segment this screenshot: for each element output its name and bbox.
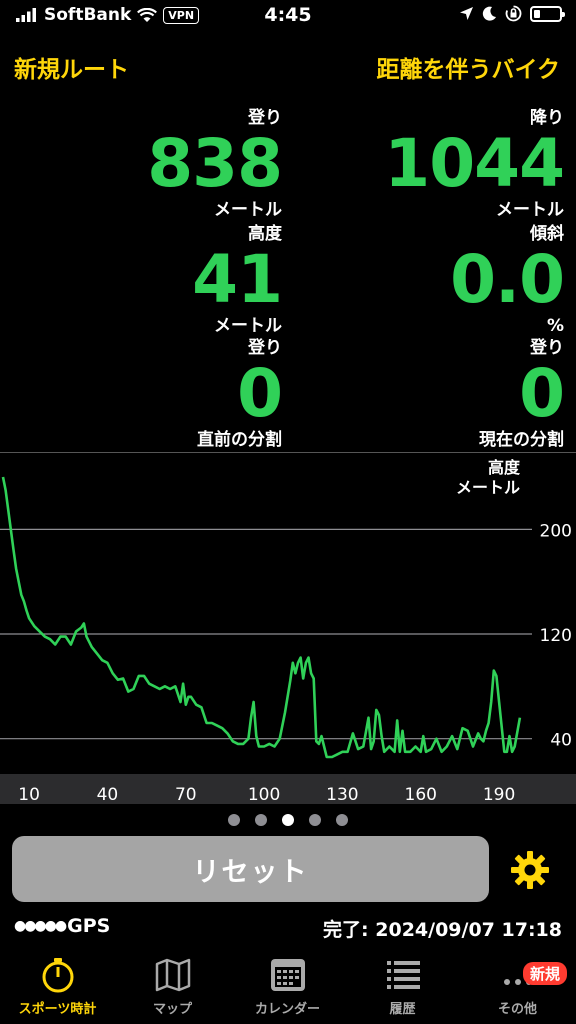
page-dot[interactable] (336, 814, 348, 826)
metric-unit: メートル (214, 200, 282, 220)
gear-icon[interactable] (510, 850, 550, 890)
tab-label: カレンダー (254, 1002, 320, 1017)
metric-unit: メートル (214, 316, 282, 336)
tab-label: その他 (497, 1002, 537, 1017)
moon-icon (482, 6, 496, 21)
x-tick-label: 10 (18, 785, 40, 804)
stopwatch-icon (42, 958, 73, 993)
new-badge: 新規 (522, 962, 567, 985)
tab-calendar[interactable]: カレンダー (230, 956, 345, 1017)
metric-value: 0.0 (450, 241, 565, 318)
gps-label: GPS (67, 915, 111, 937)
status-bar: SoftBank VPN 4:45 (0, 0, 576, 34)
tab-label: マップ (152, 1002, 192, 1017)
tab-label: 履歴 (389, 1002, 416, 1017)
gps-signal-dots: ●●●●● (14, 918, 67, 934)
tab-more[interactable]: その他 新規 (460, 956, 575, 1017)
tab-history[interactable]: 履歴 (345, 956, 460, 1017)
route-title[interactable]: 新規ルート (14, 50, 129, 84)
metric-unit: 現在の分割 (479, 430, 564, 450)
x-axis-labels: 10 40 70 100 130 160 190 (18, 785, 515, 804)
x-tick-label: 70 (175, 785, 197, 804)
map-icon (155, 958, 190, 992)
page-dot[interactable] (309, 814, 321, 826)
metric-grade[interactable]: 傾斜 0.0 % (450, 224, 565, 336)
metric-value: 0 (519, 355, 565, 432)
x-tick-label: 40 (97, 785, 119, 804)
x-tick-label: 160 (405, 785, 437, 804)
metric-descent[interactable]: 降り 1044 メートル (384, 108, 565, 220)
metric-value: 41 (192, 241, 283, 318)
metric-ascent[interactable]: 登り 838 メートル (147, 108, 283, 220)
metric-previous-split-ascent[interactable]: 登り 0 直前の分割 (197, 338, 283, 450)
page-indicator[interactable] (0, 814, 576, 826)
page-dot[interactable] (282, 814, 294, 826)
tab-label: スポーツ時計 (18, 1002, 97, 1017)
metric-current-split-ascent[interactable]: 登り 0 現在の分割 (479, 338, 565, 450)
elevation-chart[interactable]: 40 120 200 10 40 70 100 130 160 190 高度 メートル (0, 452, 576, 804)
completion-timestamp: 完了: 2024/09/07 17:18 (323, 919, 562, 941)
gps-status: ●●●●● GPS (14, 915, 110, 937)
chart-yunit: メートル (455, 478, 520, 497)
metric-unit: 直前の分割 (197, 430, 282, 450)
location-arrow-icon (460, 7, 473, 20)
metric-unit: メートル (496, 200, 564, 220)
calendar-icon (270, 959, 305, 991)
orientation-lock-icon (505, 5, 522, 22)
metric-value: 838 (147, 125, 283, 202)
status-right (459, 5, 565, 22)
x-tick-label: 190 (483, 785, 515, 804)
metric-value: 0 (237, 355, 283, 432)
page-dot[interactable] (228, 814, 240, 826)
metric-unit: % (546, 316, 564, 336)
tab-sports-watch[interactable]: スポーツ時計 (0, 956, 115, 1017)
metric-altitude[interactable]: 高度 41 メートル (192, 224, 283, 336)
tab-bar: スポーツ時計 マップ カレンダー 履歴 その他 新規 (0, 948, 576, 1024)
x-tick-label: 100 (248, 785, 280, 804)
chart-ylabel: 高度 (487, 458, 520, 477)
history-list-icon (386, 961, 420, 989)
tab-map[interactable]: マップ (115, 956, 230, 1017)
activity-type[interactable]: 距離を伴うバイク (376, 50, 560, 84)
chart-y-axis-title: 高度 メートル (456, 458, 520, 498)
reset-button[interactable]: リセット (12, 836, 489, 902)
battery-icon (530, 5, 565, 22)
x-tick-label: 130 (326, 785, 358, 804)
metric-value: 1044 (384, 125, 565, 202)
page-dot[interactable] (255, 814, 267, 826)
